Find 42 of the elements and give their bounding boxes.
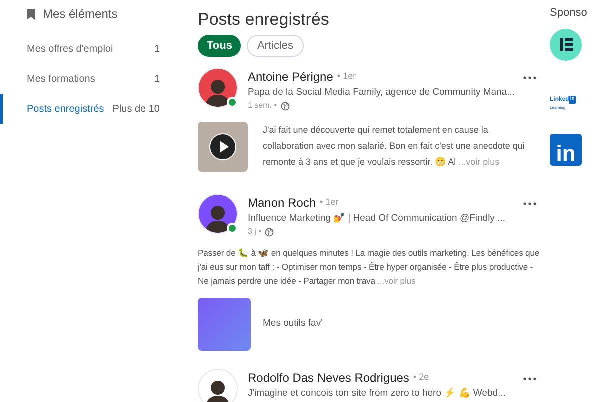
logo-icon[interactable]	[550, 28, 582, 60]
connection-degree: • 1er	[320, 196, 339, 210]
item-label: Posts enregistrés	[27, 102, 104, 116]
sidebar-title: Mes éléments	[43, 6, 118, 23]
author-headline: Papa de la Social Media Family, agence de Community Mana...	[248, 86, 513, 100]
sidebar-item[interactable]: Mes formations 1	[0, 64, 180, 94]
author-name[interactable]: Manon Roch	[248, 194, 316, 212]
more-options-icon[interactable]	[523, 76, 537, 80]
logo-tile[interactable]: in	[550, 134, 582, 166]
more-options-icon[interactable]	[523, 377, 537, 381]
connection-degree: • 1er	[337, 70, 356, 84]
avatar[interactable]	[198, 68, 238, 108]
post-time: 1 sem. •	[248, 100, 278, 112]
sponsored-heading: Sponso	[550, 6, 588, 21]
sidebar-item[interactable]: Mes offres d'emploi 1	[0, 34, 180, 64]
globe-icon	[265, 228, 274, 236]
item-count: 1	[154, 42, 160, 56]
attachment-caption: Mes outils fav'	[263, 317, 323, 332]
globe-icon	[281, 102, 290, 110]
connection-degree: • 2e	[413, 371, 430, 384]
author-name[interactable]: Rodolfo Das Neves Rodrigues	[248, 369, 410, 387]
item-label: Mes offres d'emploi	[27, 42, 114, 56]
more-options-icon[interactable]	[523, 202, 537, 206]
post-time: 3 j •	[248, 226, 262, 238]
play-icon[interactable]	[209, 133, 237, 161]
page-title: Posts enregistrés	[198, 9, 330, 31]
author-headline: Influence Marketing 💅 | Head Of Communication @Findly ...	[248, 212, 506, 226]
item-count: Plus de 10	[112, 102, 160, 116]
post-text: J'ai fait une découverte qui remet totalement en cause la collaboration avec mon salarié. Bon en fait c'est une anecdote qui remonte à 3 ans et que je voulais ressortir. 😬 Al ...voir plus	[263, 124, 526, 169]
item-label: Mes formations	[27, 72, 96, 86]
video-thumbnail[interactable]	[198, 122, 248, 172]
bookmark-icon	[27, 8, 35, 20]
post-text: Passer de 🐛 à 🦋 en quelques minutes ! La magie des outils marketing. Les bénéfices que j'ai eus sur mon taff : - Optimiser mon temps - Être hyper organisée - Être plus productive - Ne jamais perdre une idée - Partager mon trava ...voir plus	[198, 247, 541, 288]
sidebar-item[interactable]: Posts enregistrés Plus de 10	[0, 94, 180, 124]
author-headline: J'imagine et concois ton site from zero to hero ⚡ 💪 Webd...	[248, 387, 507, 401]
avatar[interactable]	[198, 194, 238, 234]
filter-pill[interactable]: Articles	[247, 35, 304, 57]
filter-pill[interactable]: Tous	[198, 35, 242, 57]
item-count: 1	[154, 72, 160, 86]
avatar[interactable]	[198, 369, 238, 402]
author-name[interactable]: Antoine Périgne	[248, 68, 334, 86]
person-silhouette-icon	[205, 378, 231, 402]
